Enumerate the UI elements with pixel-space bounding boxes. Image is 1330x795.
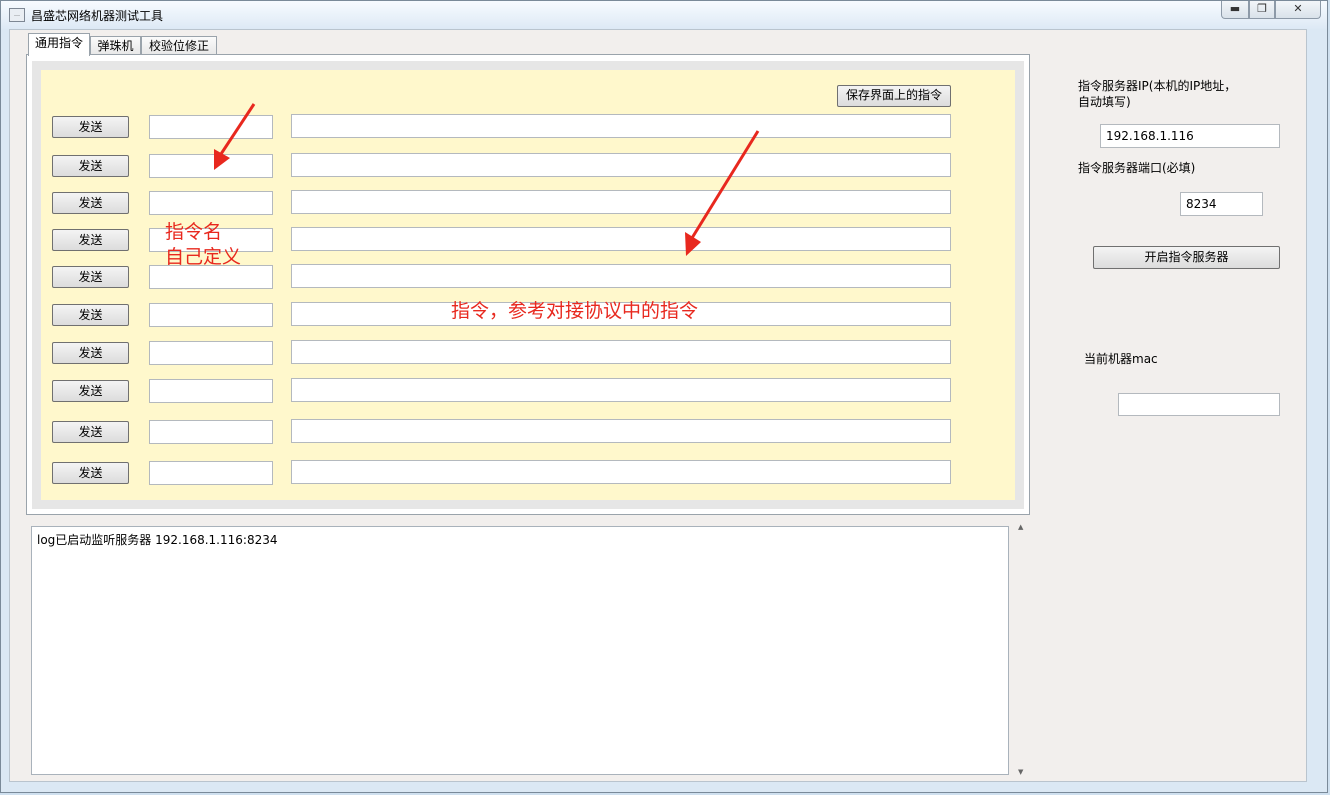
maximize-icon: ❐ — [1257, 2, 1267, 15]
server-ip-label-line1: 指令服务器IP(本机的IP地址， — [1078, 79, 1237, 93]
minimize-button[interactable]: ▬ — [1221, 1, 1249, 19]
title-bar[interactable]: … 昌盛芯网络机器测试工具 ▬ ❐ ✕ — [1, 1, 1327, 29]
server-ip-label: 指令服务器IP(本机的IP地址， 自动填写) — [1078, 78, 1236, 110]
server-ip-label-line2: 自动填写) — [1078, 95, 1131, 109]
arrow-icon — [685, 130, 760, 256]
start-server-button[interactable]: 开启指令服务器 — [1093, 246, 1280, 269]
app-icon: … — [9, 8, 25, 22]
scroll-up-icon[interactable]: ▲ — [1018, 523, 1023, 531]
command-panel-frame: 保存界面上的指令 发送 发送 发送 发送 发送 发送 发送 发送 发送 发送 指令名 自己定义 指… — [32, 61, 1024, 509]
command-panel: 保存界面上的指令 发送 发送 发送 发送 发送 发送 发送 发送 发送 发送 指令名 自己定义 指… — [41, 70, 1015, 500]
tab-general-commands[interactable]: 通用指令 — [28, 33, 90, 56]
server-ip-field[interactable]: 192.168.1.116 — [1100, 124, 1280, 148]
window-title: 昌盛芯网络机器测试工具 — [31, 9, 164, 23]
tab-pinball[interactable]: 弹珠机 — [90, 36, 141, 56]
scroll-down-icon[interactable]: ▼ — [1018, 768, 1023, 776]
log-textarea[interactable]: log已启动监听服务器 192.168.1.116:8234 — [31, 526, 1009, 775]
arrow-icon — [214, 103, 256, 170]
mac-field[interactable] — [1118, 393, 1280, 416]
server-port-field[interactable]: 8234 — [1180, 192, 1263, 216]
window-controls: ▬ ❐ ✕ — [1221, 1, 1321, 20]
tab-checksum-fix[interactable]: 校验位修正 — [141, 36, 217, 56]
client-area: 通用指令 弹珠机 校验位修正 保存界面上的指令 发送 发送 发送 发送 发送 发送 发送 发送… — [9, 29, 1307, 782]
close-button[interactable]: ✕ — [1275, 1, 1321, 19]
tab-panel: 保存界面上的指令 发送 发送 发送 发送 发送 发送 发送 发送 发送 发送 指令名 自己定义 指… — [26, 54, 1030, 515]
server-port-label: 指令服务器端口(必填) — [1078, 161, 1196, 175]
minimize-icon: ▬ — [1229, 2, 1241, 15]
close-icon: ✕ — [1293, 2, 1303, 15]
mac-label: 当前机器mac — [1084, 352, 1158, 366]
log-text: log已启动监听服务器 192.168.1.116:8234 — [37, 533, 278, 547]
annotation-arrows — [214, 103, 760, 256]
app-window: … 昌盛芯网络机器测试工具 ▬ ❐ ✕ 通用指令 弹珠机 校验位修正 保存界面上… — [0, 0, 1328, 793]
maximize-button[interactable]: ❐ — [1249, 1, 1275, 19]
